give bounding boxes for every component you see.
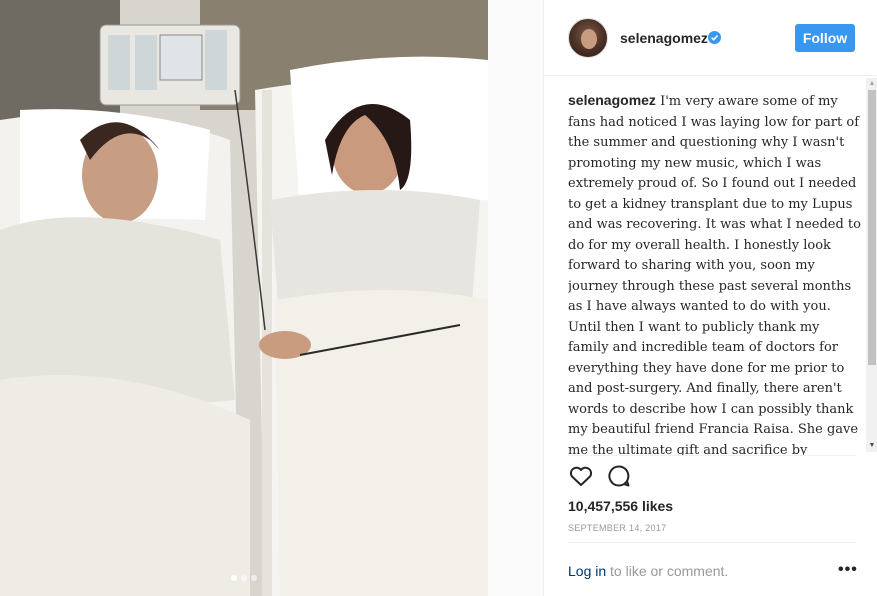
avatar[interactable] xyxy=(568,18,608,58)
caption-scrollbar[interactable]: ▲ ▼ xyxy=(866,78,877,452)
carousel-dot-3[interactable] xyxy=(251,575,257,581)
caption-text: I'm very aware some of my fans had notic… xyxy=(568,94,861,455)
header-username[interactable]: selenagomez xyxy=(620,30,708,46)
hospital-photo-illustration xyxy=(0,0,488,596)
scroll-down-arrow-icon[interactable]: ▼ xyxy=(866,440,877,452)
login-link[interactable]: Log in xyxy=(568,563,606,579)
verified-badge-icon xyxy=(708,31,721,44)
more-options-icon[interactable]: ••• xyxy=(838,562,858,579)
scroll-thumb[interactable] xyxy=(868,90,876,365)
divider xyxy=(568,542,856,543)
photo-gutter xyxy=(488,0,543,596)
post-photo[interactable] xyxy=(0,0,488,596)
scroll-up-arrow-icon[interactable]: ▲ xyxy=(866,78,877,90)
post-header: selenagomez Follow xyxy=(544,0,877,76)
heart-icon[interactable] xyxy=(568,463,594,489)
divider xyxy=(568,455,856,456)
caption-container: selenagomez I'm very aware some of my fa… xyxy=(568,90,862,455)
carousel-dot-1[interactable] xyxy=(231,575,237,581)
follow-button[interactable]: Follow xyxy=(795,24,855,52)
carousel-dot-2[interactable] xyxy=(241,575,247,581)
carousel-indicator[interactable] xyxy=(0,575,488,581)
instagram-post: selenagomez Follow selenagomez I'm very … xyxy=(0,0,877,596)
likes-count[interactable]: 10,457,556 likes xyxy=(568,498,673,514)
caption-username[interactable]: selenagomez xyxy=(568,92,656,108)
comment-icon[interactable] xyxy=(606,463,632,489)
login-prompt: Log in to like or comment. xyxy=(568,563,728,579)
caption: selenagomez I'm very aware some of my fa… xyxy=(568,90,862,455)
post-date[interactable]: SEPTEMBER 14, 2017 xyxy=(568,523,666,533)
login-prompt-text: to like or comment. xyxy=(606,563,729,579)
post-side-panel: selenagomez Follow selenagomez I'm very … xyxy=(543,0,877,596)
